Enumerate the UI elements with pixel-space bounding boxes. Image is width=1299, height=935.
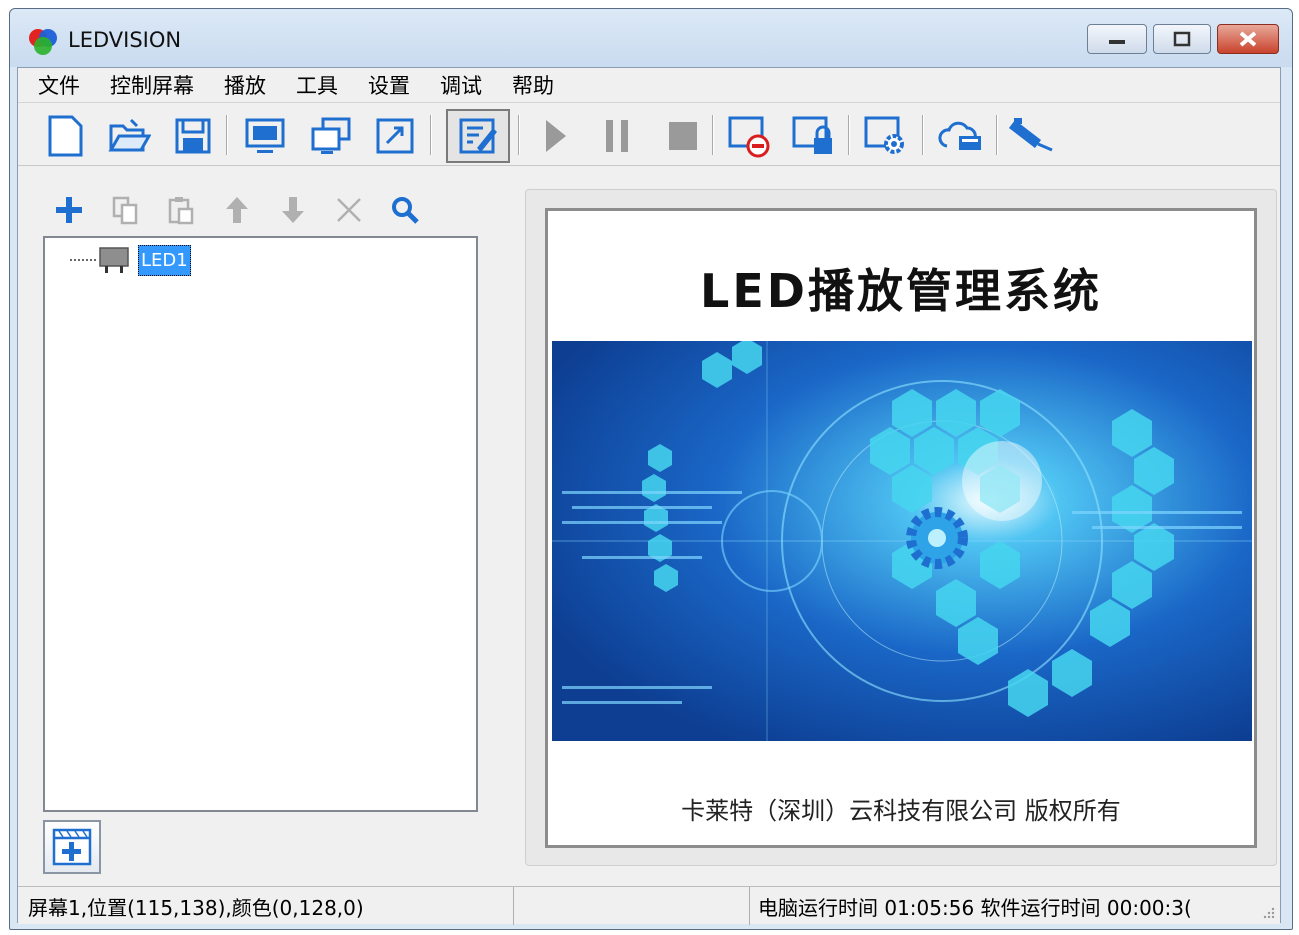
add-icon xyxy=(56,197,82,223)
new-button[interactable] xyxy=(40,111,90,161)
paste-icon xyxy=(168,197,194,225)
tree-node-label[interactable]: LED1 xyxy=(138,244,191,276)
screen-off-button[interactable] xyxy=(724,111,774,161)
new-file-icon xyxy=(48,115,83,157)
edit-icon xyxy=(459,118,497,154)
search-icon xyxy=(392,197,419,224)
splash-copyright: 卡莱特（深圳）云科技有限公司 版权所有 xyxy=(681,797,1121,825)
add-program-button[interactable] xyxy=(43,820,101,874)
tree-node-led1[interactable]: LED1 xyxy=(70,242,191,278)
open-button[interactable] xyxy=(104,111,154,161)
copy-icon xyxy=(112,196,138,225)
paste-button[interactable] xyxy=(164,193,198,227)
search-button[interactable] xyxy=(388,193,422,227)
menu-settings[interactable]: 设置 xyxy=(368,70,410,100)
status-screen-info: 屏幕1,位置(115,138),颜色(0,128,0) xyxy=(18,887,514,925)
tree-connector xyxy=(70,259,96,261)
screen-button[interactable] xyxy=(240,111,290,161)
screen-off-icon xyxy=(728,116,770,158)
menu-play[interactable]: 播放 xyxy=(224,70,266,100)
screen-tree[interactable]: LED1 xyxy=(43,236,478,812)
add-program-icon xyxy=(52,828,92,866)
app-logo-icon xyxy=(29,29,57,55)
move-down-icon xyxy=(282,197,304,223)
stop-button[interactable] xyxy=(658,111,708,161)
maximize-icon xyxy=(1173,31,1191,47)
network-button[interactable] xyxy=(1008,111,1058,161)
add-button[interactable] xyxy=(52,193,86,227)
title-bar[interactable]: LEDVISION xyxy=(10,9,1292,67)
move-up-icon xyxy=(226,197,248,223)
minimize-button[interactable] xyxy=(1087,24,1147,54)
resize-grip-icon[interactable] xyxy=(1262,906,1276,920)
status-runtime: 电脑运行时间 01:05:56 软件运行时间 00:00:3( xyxy=(758,895,1192,920)
save-button[interactable] xyxy=(168,111,218,161)
pause-button[interactable] xyxy=(592,111,642,161)
network-cable-icon xyxy=(1008,118,1053,152)
lock-screen-icon xyxy=(792,116,832,154)
led-screen-icon xyxy=(99,247,129,273)
open-folder-icon xyxy=(108,118,151,152)
client-area: 文件 控制屏幕 播放 工具 设置 调试 帮助 LED1 LED播放管理系统 卡莱… xyxy=(17,67,1281,925)
close-icon xyxy=(1239,31,1257,47)
move-down-button[interactable] xyxy=(276,193,310,227)
delete-button[interactable] xyxy=(332,193,366,227)
fullscreen-button[interactable] xyxy=(370,111,420,161)
menu-file[interactable]: 文件 xyxy=(38,70,80,100)
window-icon xyxy=(311,117,351,154)
lock-screen-button[interactable] xyxy=(788,111,838,161)
screen-icon xyxy=(245,118,285,153)
minimize-icon xyxy=(1109,40,1125,44)
stop-icon xyxy=(669,122,697,150)
window-title: LEDVISION xyxy=(68,28,182,52)
splash-screen: LED播放管理系统 卡莱特（深圳）云科技有限公司 版权所有 xyxy=(545,208,1257,848)
maximize-button[interactable] xyxy=(1153,24,1211,54)
cloud-icon xyxy=(938,121,981,150)
save-icon xyxy=(175,118,211,154)
copy-button[interactable] xyxy=(108,193,142,227)
screen-settings-button[interactable] xyxy=(860,111,910,161)
play-icon xyxy=(546,120,566,152)
preview-panel: LED播放管理系统 卡莱特（深圳）云科技有限公司 版权所有 xyxy=(525,189,1277,866)
fullscreen-icon xyxy=(376,118,414,154)
screen-settings-icon xyxy=(864,116,904,154)
window-button[interactable] xyxy=(306,111,356,161)
cloud-button[interactable] xyxy=(936,111,986,161)
menu-bar: 文件 控制屏幕 播放 工具 设置 调试 帮助 xyxy=(18,68,1280,102)
status-middle xyxy=(514,887,750,925)
move-up-button[interactable] xyxy=(220,193,254,227)
menu-debug[interactable]: 调试 xyxy=(440,70,482,100)
delete-icon xyxy=(337,198,361,222)
menu-help[interactable]: 帮助 xyxy=(512,70,554,100)
app-window: LEDVISION 文件 控制屏幕 播放 工具 设置 调试 帮助 LED1 LE… xyxy=(9,8,1293,930)
main-toolbar xyxy=(18,102,1280,166)
close-button[interactable] xyxy=(1217,24,1279,54)
pause-icon xyxy=(606,120,628,152)
splash-hexagon-image xyxy=(552,341,1252,741)
menu-control-screen[interactable]: 控制屏幕 xyxy=(110,70,194,100)
status-bar: 屏幕1,位置(115,138),颜色(0,128,0) 电脑运行时间 01:05… xyxy=(18,886,1280,925)
splash-title: LED播放管理系统 xyxy=(700,264,1102,318)
edit-button[interactable] xyxy=(446,109,510,163)
play-button[interactable] xyxy=(530,111,580,161)
menu-tools[interactable]: 工具 xyxy=(296,70,338,100)
